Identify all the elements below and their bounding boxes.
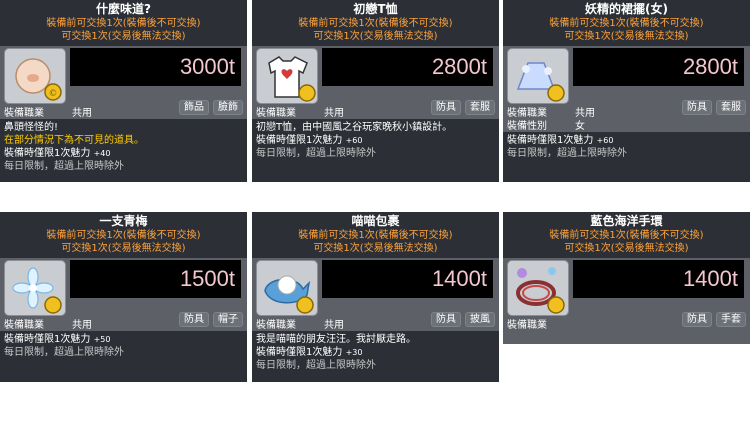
trade-note-1: 裝備前可交換1次(裝備後不可交換) xyxy=(46,18,201,29)
trade-note-1: 裝備前可交換1次(裝備後不可交換) xyxy=(298,230,453,241)
job-value: 共用 xyxy=(324,320,344,331)
item-name: 妖精的裙擺(女) xyxy=(585,2,668,16)
daily-limit: 每日限制，超過上限時除外 xyxy=(4,347,124,358)
item-warning: 在部分情況下為不可見的道具。 xyxy=(4,135,144,146)
price: 3000t xyxy=(70,48,241,86)
subcategory-tag: 臉飾 xyxy=(213,100,243,115)
daily-limit: 每日限制，超過上限時除外 xyxy=(507,148,627,159)
charm-value: +60 xyxy=(596,136,614,145)
item-card-5[interactable]: 藍色海洋手環 裝備前可交換1次(裝備後不可交換) 可交換1次(交易後無法交換) … xyxy=(503,212,750,344)
item-name: 喵喵包裹 xyxy=(351,214,400,228)
category-tag: 防具 xyxy=(682,312,712,327)
charm-label: 裝備時僅限1次魅力 xyxy=(256,347,343,358)
blue-flower-icon[interactable] xyxy=(4,260,66,316)
category-tag: 防具 xyxy=(682,100,712,115)
trade-note-1: 裝備前可交換1次(裝備後不可交換) xyxy=(549,230,704,241)
charm-label: 裝備時僅限1次魅力 xyxy=(507,135,594,146)
job-label: 裝備職業 xyxy=(4,108,44,119)
item-name: 什麼味道? xyxy=(96,2,151,16)
category-tag: 防具 xyxy=(179,312,209,327)
trade-note-1: 裝備前可交換1次(裝備後不可交換) xyxy=(549,18,704,29)
price: 2800t xyxy=(573,48,744,86)
charm-label: 裝備時僅限1次魅力 xyxy=(256,135,343,146)
item-card-1[interactable]: 初戀T恤 裝備前可交換1次(裝備後不可交換) 可交換1次(交易後無法交換) 28… xyxy=(252,0,499,182)
daily-limit: 每日限制，超過上限時除外 xyxy=(256,148,376,159)
subcategory-tag: 手套 xyxy=(716,312,746,327)
trade-note-2: 可交換1次(交易後無法交換) xyxy=(61,243,186,254)
charm-value: +30 xyxy=(345,348,363,357)
trade-note-2: 可交換1次(交易後無法交換) xyxy=(564,31,689,42)
subcategory-tag: 披風 xyxy=(465,312,495,327)
trade-note-2: 可交換1次(交易後無法交換) xyxy=(564,243,689,254)
job-value: 共用 xyxy=(324,108,344,119)
daily-limit: 每日限制，超過上限時除外 xyxy=(256,360,376,371)
cat-wrap-icon[interactable] xyxy=(256,260,318,316)
gender-value: 女 xyxy=(575,121,585,132)
charm-value: +50 xyxy=(93,335,111,344)
trade-note-2: 可交換1次(交易後無法交換) xyxy=(313,243,438,254)
item-description: 我是喵喵的朋友汪汪。我討厭走路。 xyxy=(256,334,416,345)
charm-label: 裝備時僅限1次魅力 xyxy=(4,334,91,345)
item-card-4[interactable]: 喵喵包裹 裝備前可交換1次(裝備後不可交換) 可交換1次(交易後無法交換) 14… xyxy=(252,212,499,382)
category-tag: 防具 xyxy=(431,312,461,327)
charm-value: +60 xyxy=(345,136,363,145)
subcategory-tag: 套服 xyxy=(716,100,746,115)
item-card-3[interactable]: 一支青梅 裝備前可交換1次(裝備後不可交換) 可交換1次(交易後無法交換) 15… xyxy=(0,212,247,382)
subcategory-tag: 帽子 xyxy=(213,312,243,327)
item-name: 藍色海洋手環 xyxy=(590,214,663,228)
item-description: 初戀T恤，由中國風之谷玩家晚秋小鎮設計。 xyxy=(256,122,453,133)
ocean-bracelet-icon[interactable] xyxy=(507,260,569,316)
gender-label: 裝備性別 xyxy=(507,121,547,132)
job-label: 裝備職業 xyxy=(507,320,547,331)
item-card-0[interactable]: 什麼味道? 裝備前可交換1次(裝備後不可交換) 可交換1次(交易後無法交換) ©… xyxy=(0,0,247,182)
trade-note-1: 裝備前可交換1次(裝備後不可交換) xyxy=(298,18,453,29)
price: 1400t xyxy=(322,260,493,298)
item-name: 一支青梅 xyxy=(99,214,148,228)
trade-note-1: 裝備前可交換1次(裝備後不可交換) xyxy=(46,230,201,241)
fairy-dress-icon[interactable] xyxy=(507,48,569,104)
trade-note-2: 可交換1次(交易後無法交換) xyxy=(61,31,186,42)
item-card-2[interactable]: 妖精的裙擺(女) 裝備前可交換1次(裝備後不可交換) 可交換1次(交易後無法交換… xyxy=(503,0,750,182)
price: 1500t xyxy=(70,260,241,298)
charm-label: 裝備時僅限1次魅力 xyxy=(4,148,91,159)
price: 1400t xyxy=(573,260,744,298)
heart-tshirt-icon[interactable] xyxy=(256,48,318,104)
charm-value: +40 xyxy=(93,149,111,158)
category-tag: 飾品 xyxy=(179,100,209,115)
job-label: 裝備職業 xyxy=(256,320,296,331)
price: 2800t xyxy=(322,48,493,86)
round-mask-icon[interactable]: © xyxy=(4,48,66,104)
item-description: 鼻頭怪怪的! xyxy=(4,122,59,133)
svg-text:©: © xyxy=(49,89,58,99)
daily-limit: 每日限制，超過上限時除外 xyxy=(4,161,124,172)
item-name: 初戀T恤 xyxy=(353,2,398,16)
subcategory-tag: 套服 xyxy=(465,100,495,115)
category-tag: 防具 xyxy=(431,100,461,115)
trade-note-2: 可交換1次(交易後無法交換) xyxy=(313,31,438,42)
job-value: 共用 xyxy=(72,320,92,331)
job-label: 裝備職業 xyxy=(256,108,296,119)
job-value: 共用 xyxy=(72,108,92,119)
job-label: 裝備職業 xyxy=(4,320,44,331)
